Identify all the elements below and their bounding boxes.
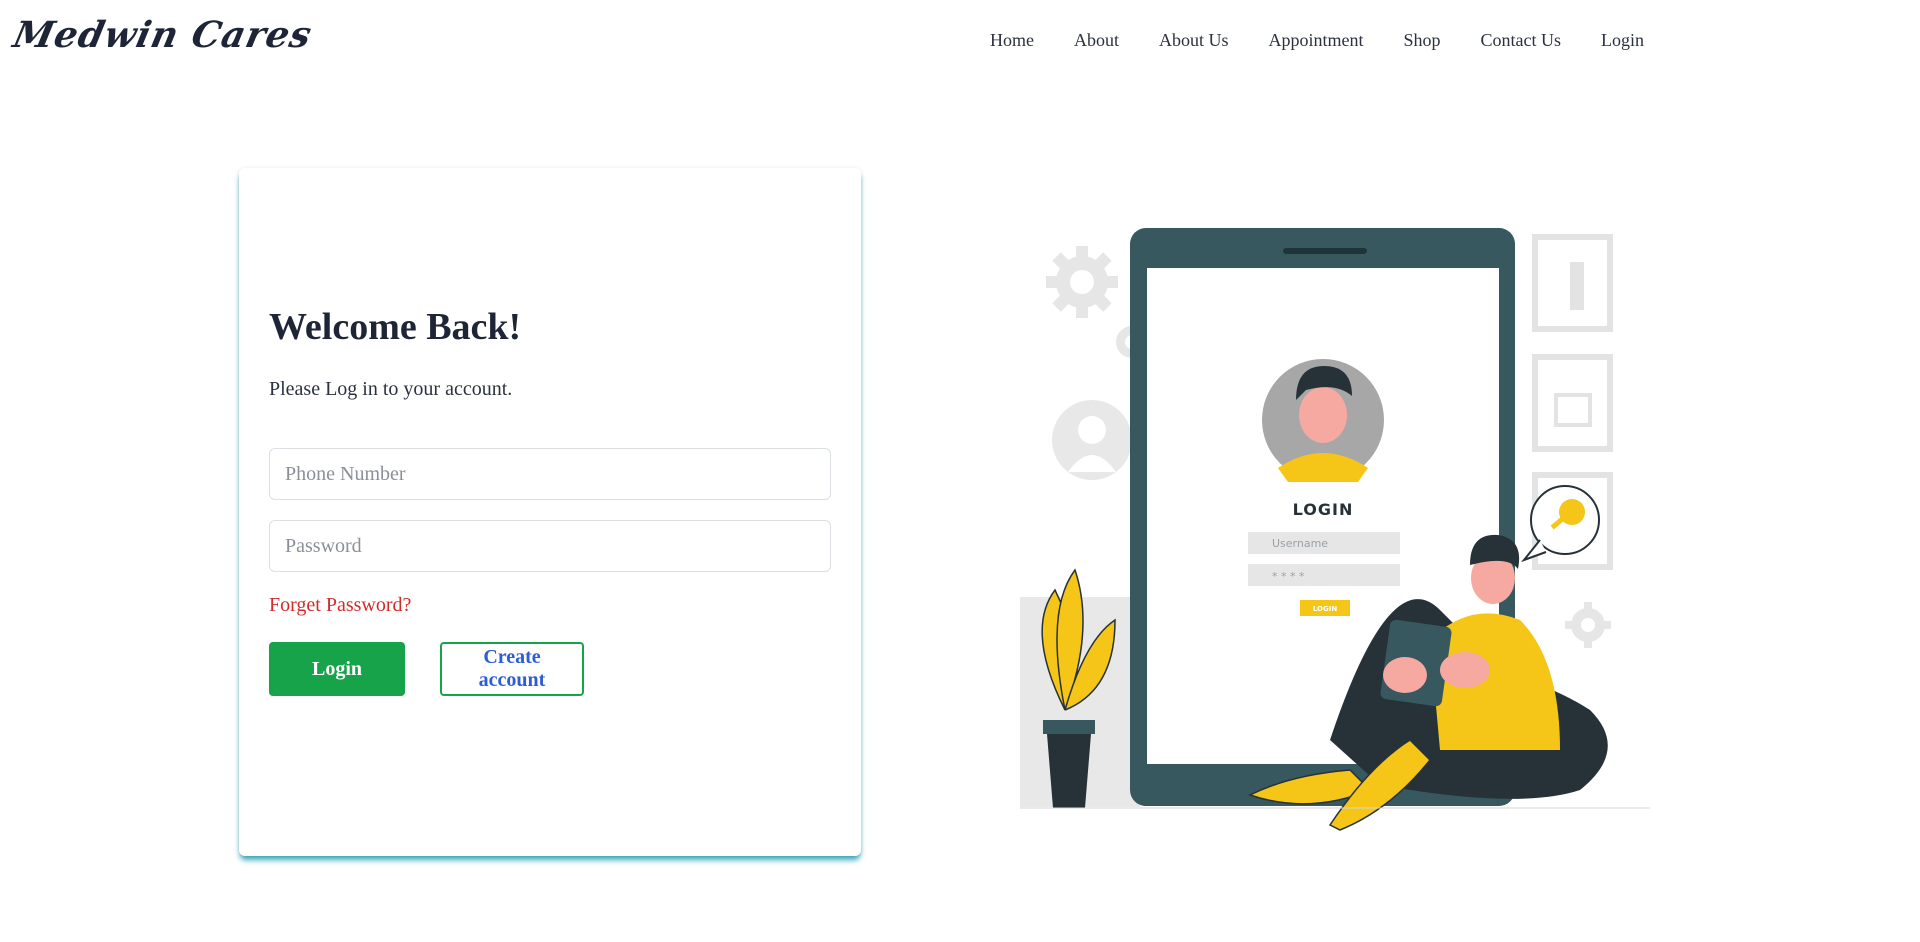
gear-icon [1046, 246, 1118, 318]
forget-password-link[interactable]: Forget Password? [269, 594, 411, 617]
screen-password-field [1248, 564, 1400, 586]
screen-username-text: Username [1272, 537, 1328, 550]
login-card: Welcome Back! Please Log in to your acco… [239, 168, 861, 856]
nav-login[interactable]: Login [1601, 30, 1644, 51]
profile-avatar-icon [1262, 359, 1384, 482]
screen-password-text: * * * * [1272, 570, 1305, 583]
create-account-button[interactable]: Create account [440, 642, 584, 696]
phone-number-input[interactable] [269, 448, 831, 500]
nav-shop[interactable]: Shop [1404, 30, 1441, 51]
frame-decor [1570, 262, 1584, 310]
brand-logo[interactable]: Medwin Cares [10, 14, 316, 56]
login-button[interactable]: Login [269, 642, 405, 696]
nav-about-us[interactable]: About Us [1159, 30, 1229, 51]
page-title: Welcome Back! [269, 306, 522, 348]
login-subtitle: Please Log in to your account. [269, 378, 513, 400]
nav-home[interactable]: Home [990, 30, 1034, 51]
nav-about[interactable]: About [1074, 30, 1119, 51]
top-navbar: Medwin Cares Home About About Us Appoint… [0, 0, 1920, 84]
user-avatar-icon [1052, 400, 1132, 480]
frame-decor [1554, 393, 1592, 427]
screen-login-button-label: LOGIN [1313, 605, 1338, 613]
screen-login-title: LOGIN [1293, 500, 1354, 519]
nav-appointment[interactable]: Appointment [1269, 30, 1364, 51]
gear-icon [1565, 602, 1611, 648]
login-illustration: LOGIN Username * * * * LOGIN [1010, 210, 1660, 850]
login-illustration-svg: LOGIN Username * * * * LOGIN [1020, 228, 1650, 831]
main-nav: Home About About Us Appointment Shop Con… [990, 30, 1684, 51]
password-input[interactable] [269, 520, 831, 572]
nav-contact-us[interactable]: Contact Us [1481, 30, 1562, 51]
